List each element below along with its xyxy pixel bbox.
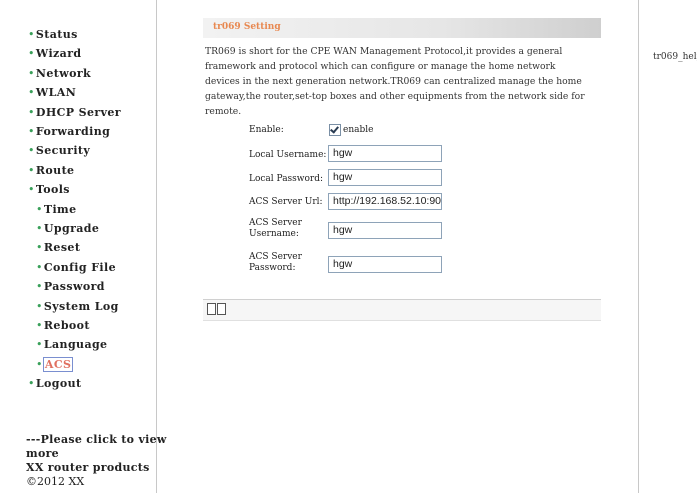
sidebar-item-label: Forwarding (35, 125, 111, 138)
local-username-field[interactable]: hgw (328, 145, 442, 162)
sidebar-item-label: WLAN (35, 86, 77, 99)
bullet-icon: • (28, 28, 35, 41)
acs-username-label-line1: ACS Server (249, 218, 302, 228)
acs-password-label: ACS Server Password: (249, 252, 327, 274)
sidebar-item-forwarding[interactable]: •Forwarding (28, 125, 110, 138)
bullet-icon: • (36, 319, 43, 332)
help-link[interactable]: tr069_help (653, 52, 697, 62)
sidebar-nav: •Status •Wizard •Network •WLAN •DHCP Server •… (0, 0, 166, 493)
sidebar-item-reboot[interactable]: •Reboot (36, 319, 90, 332)
bullet-icon: • (36, 338, 43, 351)
local-password-label: Local Password: (249, 174, 324, 184)
sidebar-item-route[interactable]: •Route (28, 164, 74, 177)
bullet-icon: • (28, 106, 35, 119)
acs-password-label-line1: ACS Server (249, 252, 302, 262)
button-bar (203, 300, 601, 321)
enable-checkbox-label[interactable]: enable (343, 125, 373, 135)
bullet-icon: • (36, 300, 43, 313)
intro-text: TR069 is short for the CPE WAN Managemen… (205, 46, 585, 117)
sidebar-item-label: Upgrade (43, 222, 100, 235)
sidebar-item-label: Reboot (43, 319, 90, 332)
bullet-icon: • (28, 144, 35, 157)
products-note-line3[interactable]: XX router products (26, 461, 150, 474)
copyright-text: ©2012 XX (26, 475, 85, 488)
acs-url-field[interactable]: http://192.168.52.10:9090/ (328, 193, 442, 210)
bullet-icon: • (36, 280, 43, 293)
sidebar-item-label: Status (35, 28, 78, 41)
acs-username-field[interactable]: hgw (328, 222, 442, 239)
sidebar-item-label: Route (35, 164, 75, 177)
local-password-field[interactable]: hgw (328, 169, 442, 186)
main-content: tr069 Setting TR069 is short for the CPE… (157, 0, 639, 493)
bullet-icon: • (36, 358, 43, 371)
enable-checkbox[interactable] (329, 124, 341, 136)
sidebar-item-password[interactable]: •Password (36, 280, 105, 293)
sidebar-item-label: System Log (43, 300, 119, 313)
section-header: tr069 Setting (203, 18, 601, 38)
sidebar-item-system-log[interactable]: •System Log (36, 300, 119, 313)
sidebar-item-label: Reset (43, 241, 81, 254)
sidebar-item-label: ACS (42, 357, 74, 372)
sidebar-item-wlan[interactable]: •WLAN (28, 86, 76, 99)
bullet-icon: • (36, 222, 43, 235)
sidebar-item-label: Time (43, 203, 77, 216)
section-title: tr069 Setting (213, 22, 281, 32)
sidebar-item-wizard[interactable]: •Wizard (28, 47, 82, 60)
bullet-icon: • (28, 125, 35, 138)
bullet-icon: • (28, 86, 35, 99)
sidebar-item-label: Language (43, 338, 108, 351)
sidebar-item-label: Password (43, 280, 105, 293)
sidebar-item-label: Wizard (35, 47, 82, 60)
sidebar-item-language[interactable]: •Language (36, 338, 107, 351)
sidebar-item-label: DHCP Server (35, 106, 122, 119)
apply-button[interactable] (207, 303, 216, 315)
acs-password-label-line2: Password: (249, 263, 296, 273)
sidebar-item-network[interactable]: •Network (28, 67, 91, 80)
bullet-icon: • (28, 67, 35, 80)
cancel-button[interactable] (217, 303, 226, 315)
acs-url-label: ACS Server Url: (249, 197, 323, 207)
acs-password-field[interactable]: hgw (328, 256, 442, 273)
bullet-icon: • (28, 164, 35, 177)
local-username-label: Local Username: (249, 150, 327, 160)
bullet-icon: • (36, 241, 43, 254)
acs-username-label-line2: Username: (249, 229, 299, 239)
sidebar-item-acs[interactable]: • ACS (36, 357, 74, 372)
bullet-icon: • (36, 203, 43, 216)
sidebar-item-label: Network (35, 67, 92, 80)
router-admin-page: •Status •Wizard •Network •WLAN •DHCP Server •… (0, 0, 697, 493)
sidebar-item-config-file[interactable]: •Config File (36, 261, 116, 274)
sidebar-item-status[interactable]: •Status (28, 28, 78, 41)
sidebar-item-time[interactable]: •Time (36, 203, 77, 216)
sidebar-item-reset[interactable]: •Reset (36, 241, 80, 254)
sidebar-item-upgrade[interactable]: •Upgrade (36, 222, 99, 235)
enable-label: Enable: (249, 125, 284, 135)
bullet-icon: • (36, 261, 43, 274)
bullet-icon: • (28, 47, 35, 60)
bullet-icon: • (28, 377, 35, 390)
sidebar-item-tools[interactable]: •Tools (28, 183, 70, 196)
sidebar-item-dhcp-server[interactable]: •DHCP Server (28, 106, 121, 119)
sidebar-item-logout[interactable]: •Logout (28, 377, 81, 390)
sidebar-item-label: Security (35, 144, 91, 157)
sidebar-item-security[interactable]: •Security (28, 144, 90, 157)
acs-username-label: ACS Server Username: (249, 218, 327, 240)
products-note-line1[interactable]: ---Please click to view (26, 433, 167, 446)
sidebar-item-label: Config File (43, 261, 116, 274)
sidebar-item-label: Logout (35, 377, 82, 390)
products-note-line2[interactable]: more (26, 447, 59, 460)
sidebar-item-label: Tools (35, 183, 70, 196)
bullet-icon: • (28, 183, 35, 196)
